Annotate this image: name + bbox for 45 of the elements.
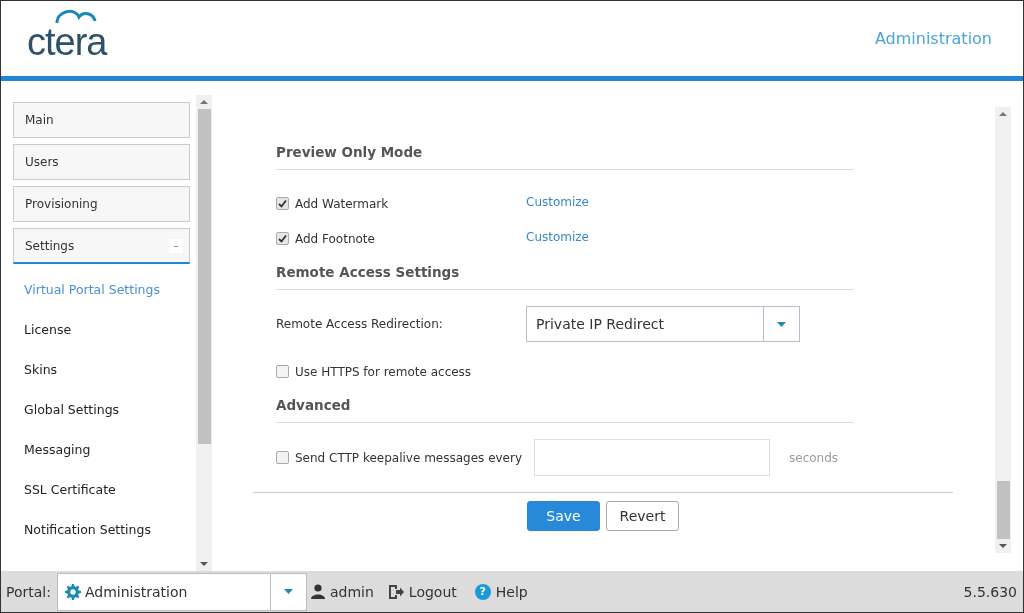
checkbox-label: Send CTTP keepalive messages every [295,450,523,465]
sidebar-section[interactable]: Settings – [13,228,190,264]
checkbox-label: Add Watermark [295,196,389,211]
user-icon [310,584,325,599]
sidebar-section[interactable]: Users [13,144,190,180]
sidebar-item[interactable]: Notification Settings [13,510,190,550]
logout-link[interactable]: Logout [408,583,457,600]
sidebar-item[interactable]: License [13,310,190,350]
field-label: Remote Access Redirection: [276,317,444,331]
save-button[interactable]: Save [527,501,600,531]
input-field[interactable] [534,439,770,476]
unit-label: seconds [789,450,839,465]
scrollbar[interactable] [196,95,212,571]
customize-link[interactable]: Customize [526,194,589,209]
dropdown[interactable]: Private IP Redirect [526,306,800,342]
logo: ctera [27,21,107,63]
sidebar-section[interactable]: Provisioning [13,186,190,222]
caret-icon [283,589,293,594]
version: 5.5.630 [963,583,1017,600]
section-title: Preview Only Mode [276,136,854,170]
revert-button[interactable]: Revert [606,501,679,531]
sidebar-section[interactable]: Main [13,102,190,138]
checkbox[interactable] [276,197,289,210]
customize-link[interactable]: Customize [526,229,589,244]
help-link[interactable]: Help [495,583,528,600]
portal-dropdown[interactable]: Administration [56,572,307,611]
sidebar-item[interactable]: SSL Certificate [13,470,190,510]
sidebar-item[interactable]: Messaging [13,430,190,470]
checkbox-label: Add Footnote [295,231,375,246]
checkbox-label: Use HTTPS for remote access [295,364,472,379]
collapse-icon[interactable]: – [169,238,183,253]
sidebar-item[interactable]: Skins [13,350,190,390]
checkbox[interactable] [276,232,289,245]
sidebar-item[interactable]: Global Settings [13,390,190,430]
cloud-icon [55,9,97,23]
gear-icon [64,583,81,600]
caret-icon [777,321,786,327]
section-title: Advanced [276,389,854,423]
username: admin [329,583,374,600]
checkbox[interactable] [276,365,289,378]
portal-label: Portal: [6,583,51,600]
logout-icon[interactable] [387,583,404,600]
section-title: Remote Access Settings [276,256,854,290]
scrollbar[interactable] [995,107,1011,553]
checkbox[interactable] [276,451,289,464]
